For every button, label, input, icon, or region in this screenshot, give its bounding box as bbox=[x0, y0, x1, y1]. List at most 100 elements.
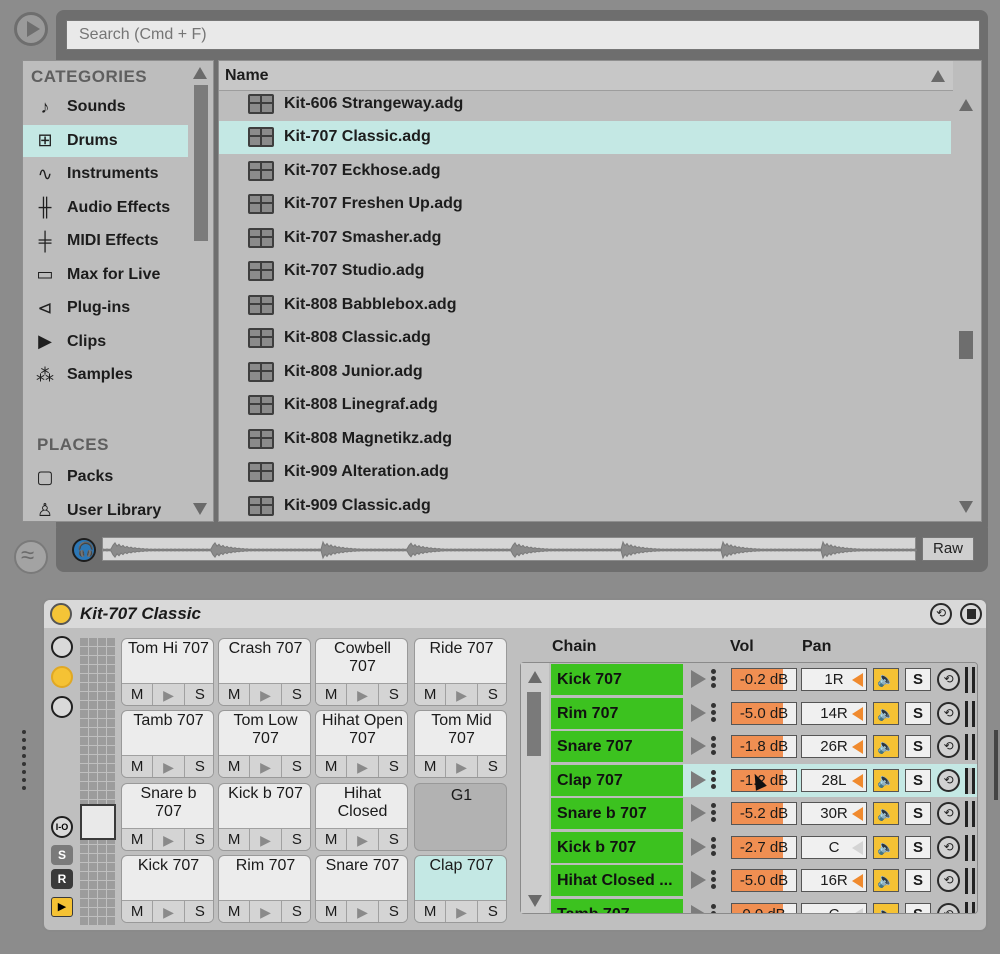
pad-play-button[interactable]: ▶ bbox=[446, 684, 478, 705]
pad-solo-button[interactable]: S bbox=[379, 829, 407, 850]
file-row[interactable]: Kit-808 Magnetikz.adg bbox=[219, 422, 953, 455]
pad-solo-button[interactable]: S bbox=[185, 756, 213, 777]
file-row[interactable]: Kit-909 Classic.adg bbox=[219, 489, 953, 521]
chain-scroll-up-icon[interactable] bbox=[528, 671, 542, 683]
chain-drag-handle[interactable] bbox=[711, 836, 717, 859]
pad-solo-button[interactable]: S bbox=[478, 756, 506, 777]
pad-overview[interactable] bbox=[80, 638, 116, 925]
pad-play-button[interactable]: ▶ bbox=[347, 684, 379, 705]
device-power-button[interactable] bbox=[50, 603, 72, 625]
chain-activator-button[interactable]: 🔈 bbox=[873, 802, 899, 825]
chain-volume-slider[interactable]: -1.8 dB bbox=[731, 735, 797, 758]
chain-name[interactable]: Snare 707 bbox=[551, 731, 683, 762]
chain-pan-control[interactable]: 26R bbox=[801, 735, 867, 758]
pad-play-button[interactable]: ▶ bbox=[347, 829, 379, 850]
pad-mute-button[interactable]: M bbox=[122, 756, 154, 777]
pad-solo-button[interactable]: S bbox=[282, 829, 310, 850]
chain-play-icon[interactable] bbox=[691, 871, 706, 889]
chain-drag-handle[interactable] bbox=[711, 669, 717, 691]
sidebar-item-sounds[interactable]: ♪ Sounds bbox=[23, 91, 188, 123]
search-input[interactable] bbox=[66, 20, 980, 50]
sidebar-item-audio-effects[interactable]: ╫ Audio Effects bbox=[23, 192, 188, 224]
chain-play-icon[interactable] bbox=[691, 904, 706, 913]
chain-hotswap-button[interactable]: ⟲ bbox=[937, 835, 960, 859]
chain-pan-control[interactable]: C bbox=[801, 835, 867, 859]
file-row[interactable]: Kit-707 Classic.adg bbox=[219, 120, 953, 154]
chain-hotswap-button[interactable]: ⟲ bbox=[937, 735, 960, 758]
file-row[interactable]: Kit-808 Classic.adg bbox=[219, 322, 953, 355]
chain-activator-button[interactable]: 🔈 bbox=[873, 735, 899, 758]
chain-row[interactable]: Kick b 707 -2.7 dB C 🔈 S ⟲ bbox=[551, 830, 977, 864]
pad-play-button[interactable]: ▶ bbox=[250, 829, 282, 850]
chain-solo-button[interactable]: S bbox=[905, 835, 931, 859]
file-list-scrollbar[interactable] bbox=[951, 91, 981, 521]
sidebar-item-max-for-live[interactable]: ▭ Max for Live bbox=[23, 259, 188, 291]
chain-hotswap-button[interactable]: ⟲ bbox=[937, 768, 960, 792]
pad-play-button[interactable]: ▶ bbox=[250, 901, 282, 922]
pad-play-button[interactable]: ▶ bbox=[250, 756, 282, 777]
sidebar-scroll-up-icon[interactable] bbox=[193, 67, 207, 79]
file-scroll-down-icon[interactable] bbox=[959, 501, 973, 513]
chain-activator-button[interactable]: 🔈 bbox=[873, 835, 899, 859]
chain-activator-button[interactable]: 🔈 bbox=[873, 668, 899, 691]
drum-pad[interactable]: Rim 707 M ▶ S bbox=[218, 855, 311, 923]
io-toggle-button[interactable]: I-O bbox=[51, 816, 73, 838]
hotswap-toggle-button[interactable]: ≈ bbox=[14, 540, 48, 574]
file-row[interactable]: Kit-808 Babblebox.adg bbox=[219, 288, 953, 321]
browser-toggle-button[interactable] bbox=[14, 12, 48, 46]
chain-drag-handle[interactable] bbox=[711, 903, 717, 913]
chain-activator-button[interactable]: 🔈 bbox=[873, 902, 899, 913]
chain-volume-slider[interactable]: -0.2 dB bbox=[731, 668, 797, 691]
chain-volume-slider[interactable]: 0.0 dB bbox=[731, 902, 797, 913]
chain-drag-handle[interactable] bbox=[711, 870, 717, 892]
file-row[interactable]: Kit-808 Junior.adg bbox=[219, 355, 953, 388]
pad-mute-button[interactable]: M bbox=[219, 684, 251, 705]
file-row[interactable]: Kit-606 Strangeway.adg bbox=[219, 87, 953, 120]
chain-activator-button[interactable]: 🔈 bbox=[873, 701, 899, 725]
drum-pad[interactable]: Crash 707 M ▶ S bbox=[218, 638, 311, 706]
chain-volume-slider[interactable]: -5.0 dB bbox=[731, 701, 797, 725]
chain-hotswap-button[interactable]: ⟲ bbox=[937, 869, 960, 892]
file-row[interactable]: Kit-707 Eckhose.adg bbox=[219, 154, 953, 187]
drum-pad[interactable]: Clap 707 M ▶ S bbox=[414, 855, 507, 923]
drum-pad[interactable]: Tom Mid 707 M ▶ S bbox=[414, 710, 507, 778]
sidebar-item-clips[interactable]: ▶ Clips bbox=[23, 326, 188, 358]
chain-row[interactable]: Hihat Closed ... -5.0 dB 16R 🔈 S ⟲ bbox=[551, 864, 977, 897]
chain-play-icon[interactable] bbox=[691, 737, 706, 755]
pad-play-button[interactable]: ▶ bbox=[153, 756, 185, 777]
pad-play-button[interactable]: ▶ bbox=[153, 684, 185, 705]
chain-list-toggle-icon[interactable] bbox=[51, 696, 73, 718]
chain-volume-slider[interactable]: -5.2 dB bbox=[731, 802, 797, 825]
pad-mute-button[interactable]: M bbox=[415, 901, 447, 922]
pad-solo-button[interactable]: S bbox=[282, 901, 310, 922]
pad-solo-button[interactable]: S bbox=[282, 756, 310, 777]
chain-solo-button[interactable]: S bbox=[905, 902, 931, 913]
chain-pan-control[interactable]: 28L bbox=[801, 768, 867, 792]
pad-mute-button[interactable]: M bbox=[122, 684, 154, 705]
drum-pad[interactable]: Hihat Closed M ▶ S bbox=[315, 783, 408, 851]
macro-toggle-icon[interactable] bbox=[51, 636, 73, 658]
chain-solo-button[interactable]: S bbox=[905, 668, 931, 691]
pad-solo-button[interactable]: S bbox=[379, 901, 407, 922]
pad-mute-button[interactable]: M bbox=[219, 829, 251, 850]
chain-pan-control[interactable]: 16R bbox=[801, 869, 867, 892]
chain-name[interactable]: Kick b 707 bbox=[551, 831, 683, 863]
pad-play-button[interactable]: ▶ bbox=[153, 901, 185, 922]
file-list-scrollbar-thumb[interactable] bbox=[959, 331, 973, 359]
send-toggle-button[interactable]: S bbox=[51, 845, 73, 865]
file-row[interactable]: Kit-909 Alteration.adg bbox=[219, 456, 953, 489]
chain-volume-slider[interactable]: -5.0 dB bbox=[731, 869, 797, 892]
pad-mute-button[interactable]: M bbox=[415, 756, 447, 777]
chain-drag-handle[interactable] bbox=[711, 736, 717, 758]
drum-pad[interactable]: G1 bbox=[414, 783, 507, 851]
chain-solo-button[interactable]: S bbox=[905, 701, 931, 725]
drum-pad[interactable]: Ride 707 M ▶ S bbox=[414, 638, 507, 706]
chain-hotswap-button[interactable]: ⟲ bbox=[937, 802, 960, 825]
chain-row[interactable]: Tamb 707 0.0 dB C 🔈 S ⟲ bbox=[551, 897, 977, 913]
chain-play-icon[interactable] bbox=[691, 804, 706, 822]
chain-hotswap-button[interactable]: ⟲ bbox=[937, 668, 960, 691]
pad-solo-button[interactable]: S bbox=[478, 684, 506, 705]
pad-solo-button[interactable]: S bbox=[379, 684, 407, 705]
pad-solo-button[interactable]: S bbox=[478, 901, 506, 922]
pad-play-button[interactable]: ▶ bbox=[347, 901, 379, 922]
